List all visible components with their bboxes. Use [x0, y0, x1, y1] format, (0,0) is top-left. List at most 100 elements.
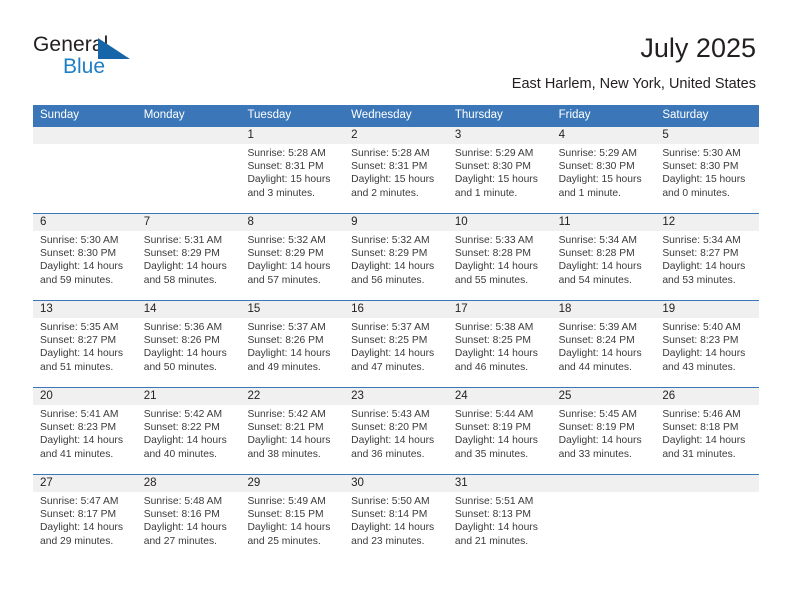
daylight-text-line2: and 46 minutes.	[454, 361, 529, 373]
day-cell[interactable]: 27 Sunrise: 5:47 AM Sunset: 8:17 PM Dayl…	[33, 475, 137, 561]
week-row: 1 Sunrise: 5:28 AM Sunset: 8:31 PM Dayli…	[33, 126, 760, 213]
calendar-grid: Sunday Monday Tuesday Wednesday Thursday…	[33, 105, 760, 561]
sunrise-text: Sunrise: 5:43 AM	[351, 409, 430, 420]
day-cell[interactable]: 6 Sunrise: 5:30 AM Sunset: 8:30 PM Dayli…	[33, 214, 137, 300]
day-info: Sunrise: 5:30 AM Sunset: 8:30 PM Dayligh…	[33, 231, 137, 287]
sunrise-text: Sunrise: 5:37 AM	[351, 322, 430, 333]
sunset-text: Sunset: 8:29 PM	[143, 248, 220, 260]
daylight-text-line2: and 49 minutes.	[247, 361, 321, 373]
day-number: 3	[454, 129, 462, 141]
day-cell[interactable]: 14 Sunrise: 5:36 AM Sunset: 8:26 PM Dayl…	[136, 301, 241, 387]
day-cell[interactable]: 30 Sunrise: 5:50 AM Sunset: 8:14 PM Dayl…	[344, 475, 448, 561]
day-cell[interactable]: 8 Sunrise: 5:32 AM Sunset: 8:29 PM Dayli…	[240, 214, 345, 300]
day-cell[interactable]: 13 Sunrise: 5:35 AM Sunset: 8:27 PM Dayl…	[33, 301, 137, 387]
logo[interactable]: General Blue	[33, 33, 143, 83]
daylight-text-line1: Daylight: 14 hours	[247, 261, 331, 273]
daylight-text-line2: and 59 minutes.	[40, 274, 114, 286]
day-cell[interactable]: 9 Sunrise: 5:32 AM Sunset: 8:29 PM Dayli…	[344, 214, 448, 300]
day-info: Sunrise: 5:47 AM Sunset: 8:17 PM Dayligh…	[33, 492, 137, 548]
daylight-text-line2: and 38 minutes.	[247, 448, 321, 460]
day-cell[interactable]: 20 Sunrise: 5:41 AM Sunset: 8:23 PM Dayl…	[33, 388, 137, 474]
sunrise-text: Sunrise: 5:42 AM	[247, 409, 326, 420]
day-cell[interactable]: 23 Sunrise: 5:43 AM Sunset: 8:20 PM Dayl…	[344, 388, 448, 474]
day-cell[interactable]: 2 Sunrise: 5:28 AM Sunset: 8:31 PM Dayli…	[344, 127, 448, 213]
week-row: 27 Sunrise: 5:47 AM Sunset: 8:17 PM Dayl…	[33, 474, 760, 561]
day-cell[interactable]: 29 Sunrise: 5:49 AM Sunset: 8:15 PM Dayl…	[240, 475, 345, 561]
sunrise-text: Sunrise: 5:32 AM	[247, 235, 326, 246]
daylight-text-line1: Daylight: 14 hours	[40, 435, 123, 447]
day-cell[interactable]: 12 Sunrise: 5:34 AM Sunset: 8:27 PM Dayl…	[655, 214, 760, 300]
day-cell[interactable]: 31 Sunrise: 5:51 AM Sunset: 8:13 PM Dayl…	[447, 475, 552, 561]
sunrise-text: Sunrise: 5:29 AM	[558, 148, 638, 159]
sunrise-text: Sunrise: 5:35 AM	[40, 322, 119, 333]
day-cell[interactable]: 25 Sunrise: 5:45 AM Sunset: 8:19 PM Dayl…	[551, 388, 656, 474]
sunrise-text: Sunrise: 5:42 AM	[143, 409, 223, 420]
day-info: Sunrise: 5:30 AM Sunset: 8:30 PM Dayligh…	[655, 144, 759, 200]
day-cell[interactable]: 1 Sunrise: 5:28 AM Sunset: 8:31 PM Dayli…	[240, 127, 345, 213]
week-row: 13 Sunrise: 5:35 AM Sunset: 8:27 PM Dayl…	[33, 300, 760, 387]
sunset-text: Sunset: 8:18 PM	[662, 422, 739, 434]
day-number: 18	[558, 303, 572, 315]
weekday-header-thursday: Thursday	[454, 109, 503, 121]
day-info: Sunrise: 5:32 AM Sunset: 8:29 PM Dayligh…	[240, 231, 344, 287]
day-cell[interactable]: 11 Sunrise: 5:34 AM Sunset: 8:28 PM Dayl…	[551, 214, 656, 300]
daylight-text-line2: and 53 minutes.	[662, 274, 736, 286]
day-cell[interactable]: 3 Sunrise: 5:29 AM Sunset: 8:30 PM Dayli…	[447, 127, 552, 213]
sunset-text: Sunset: 8:30 PM	[662, 161, 739, 173]
day-info: Sunrise: 5:33 AM Sunset: 8:28 PM Dayligh…	[448, 231, 552, 287]
day-cell[interactable]: 4 Sunrise: 5:29 AM Sunset: 8:30 PM Dayli…	[551, 127, 656, 213]
day-cell[interactable]: 21 Sunrise: 5:42 AM Sunset: 8:22 PM Dayl…	[136, 388, 241, 474]
day-info: Sunrise: 5:35 AM Sunset: 8:27 PM Dayligh…	[33, 318, 137, 374]
day-info: Sunrise: 5:38 AM Sunset: 8:25 PM Dayligh…	[448, 318, 552, 374]
day-cell[interactable]: 10 Sunrise: 5:33 AM Sunset: 8:28 PM Dayl…	[447, 214, 552, 300]
weekday-header-monday: Monday	[143, 109, 185, 121]
daylight-text-line2: and 21 minutes.	[454, 535, 529, 547]
day-cell[interactable]: 28 Sunrise: 5:48 AM Sunset: 8:16 PM Dayl…	[136, 475, 241, 561]
sunrise-text: Sunrise: 5:51 AM	[454, 496, 534, 507]
day-number: 1	[247, 129, 254, 141]
day-info: Sunrise: 5:34 AM Sunset: 8:28 PM Dayligh…	[552, 231, 656, 287]
day-cell[interactable]: 16 Sunrise: 5:37 AM Sunset: 8:25 PM Dayl…	[344, 301, 448, 387]
day-info	[137, 144, 241, 147]
daylight-text-line1: Daylight: 14 hours	[247, 522, 331, 534]
daylight-text-line1: Daylight: 14 hours	[247, 348, 331, 360]
day-cell[interactable]: 17 Sunrise: 5:38 AM Sunset: 8:25 PM Dayl…	[447, 301, 552, 387]
day-info: Sunrise: 5:42 AM Sunset: 8:22 PM Dayligh…	[137, 405, 241, 461]
sunrise-text: Sunrise: 5:47 AM	[40, 496, 119, 507]
day-info: Sunrise: 5:28 AM Sunset: 8:31 PM Dayligh…	[240, 144, 344, 200]
daylight-text-line1: Daylight: 15 hours	[662, 174, 746, 186]
day-info: Sunrise: 5:41 AM Sunset: 8:23 PM Dayligh…	[33, 405, 137, 461]
daylight-text-line1: Daylight: 14 hours	[454, 348, 538, 360]
sunrise-text: Sunrise: 5:28 AM	[247, 148, 326, 159]
day-cell[interactable]: 19 Sunrise: 5:40 AM Sunset: 8:23 PM Dayl…	[655, 301, 760, 387]
day-cell[interactable]: 22 Sunrise: 5:42 AM Sunset: 8:21 PM Dayl…	[240, 388, 345, 474]
daylight-text-line1: Daylight: 14 hours	[662, 435, 746, 447]
day-cell[interactable]: 26 Sunrise: 5:46 AM Sunset: 8:18 PM Dayl…	[655, 388, 760, 474]
daylight-text-line2: and 43 minutes.	[662, 361, 736, 373]
daylight-text-line2: and 41 minutes.	[40, 448, 114, 460]
daylight-text-line1: Daylight: 14 hours	[351, 522, 435, 534]
daylight-text-line1: Daylight: 15 hours	[351, 174, 435, 186]
day-number: 4	[558, 129, 565, 141]
weekday-header-row: Sunday Monday Tuesday Wednesday Thursday…	[33, 105, 759, 126]
day-cell[interactable]: 18 Sunrise: 5:39 AM Sunset: 8:24 PM Dayl…	[551, 301, 656, 387]
daylight-text-line1: Daylight: 14 hours	[558, 261, 642, 273]
sunset-text: Sunset: 8:31 PM	[351, 161, 428, 173]
sunset-text: Sunset: 8:25 PM	[454, 335, 532, 347]
day-cell[interactable]: 15 Sunrise: 5:37 AM Sunset: 8:26 PM Dayl…	[240, 301, 345, 387]
day-info: Sunrise: 5:42 AM Sunset: 8:21 PM Dayligh…	[240, 405, 344, 461]
daylight-text-line2: and 33 minutes.	[558, 448, 632, 460]
day-number: 21	[143, 390, 157, 402]
day-cell[interactable]: 5 Sunrise: 5:30 AM Sunset: 8:30 PM Dayli…	[655, 127, 760, 213]
day-number: 5	[662, 129, 669, 141]
day-number: 14	[143, 303, 157, 315]
day-number: 22	[247, 390, 261, 402]
sunrise-text: Sunrise: 5:36 AM	[143, 322, 223, 333]
day-cell[interactable]: 24 Sunrise: 5:44 AM Sunset: 8:19 PM Dayl…	[447, 388, 552, 474]
daylight-text-line2: and 47 minutes.	[351, 361, 425, 373]
daylight-text-line1: Daylight: 14 hours	[143, 522, 227, 534]
daylight-text-line2: and 44 minutes.	[558, 361, 632, 373]
day-number: 17	[454, 303, 468, 315]
sunrise-text: Sunrise: 5:49 AM	[247, 496, 326, 507]
day-cell[interactable]: 7 Sunrise: 5:31 AM Sunset: 8:29 PM Dayli…	[136, 214, 241, 300]
